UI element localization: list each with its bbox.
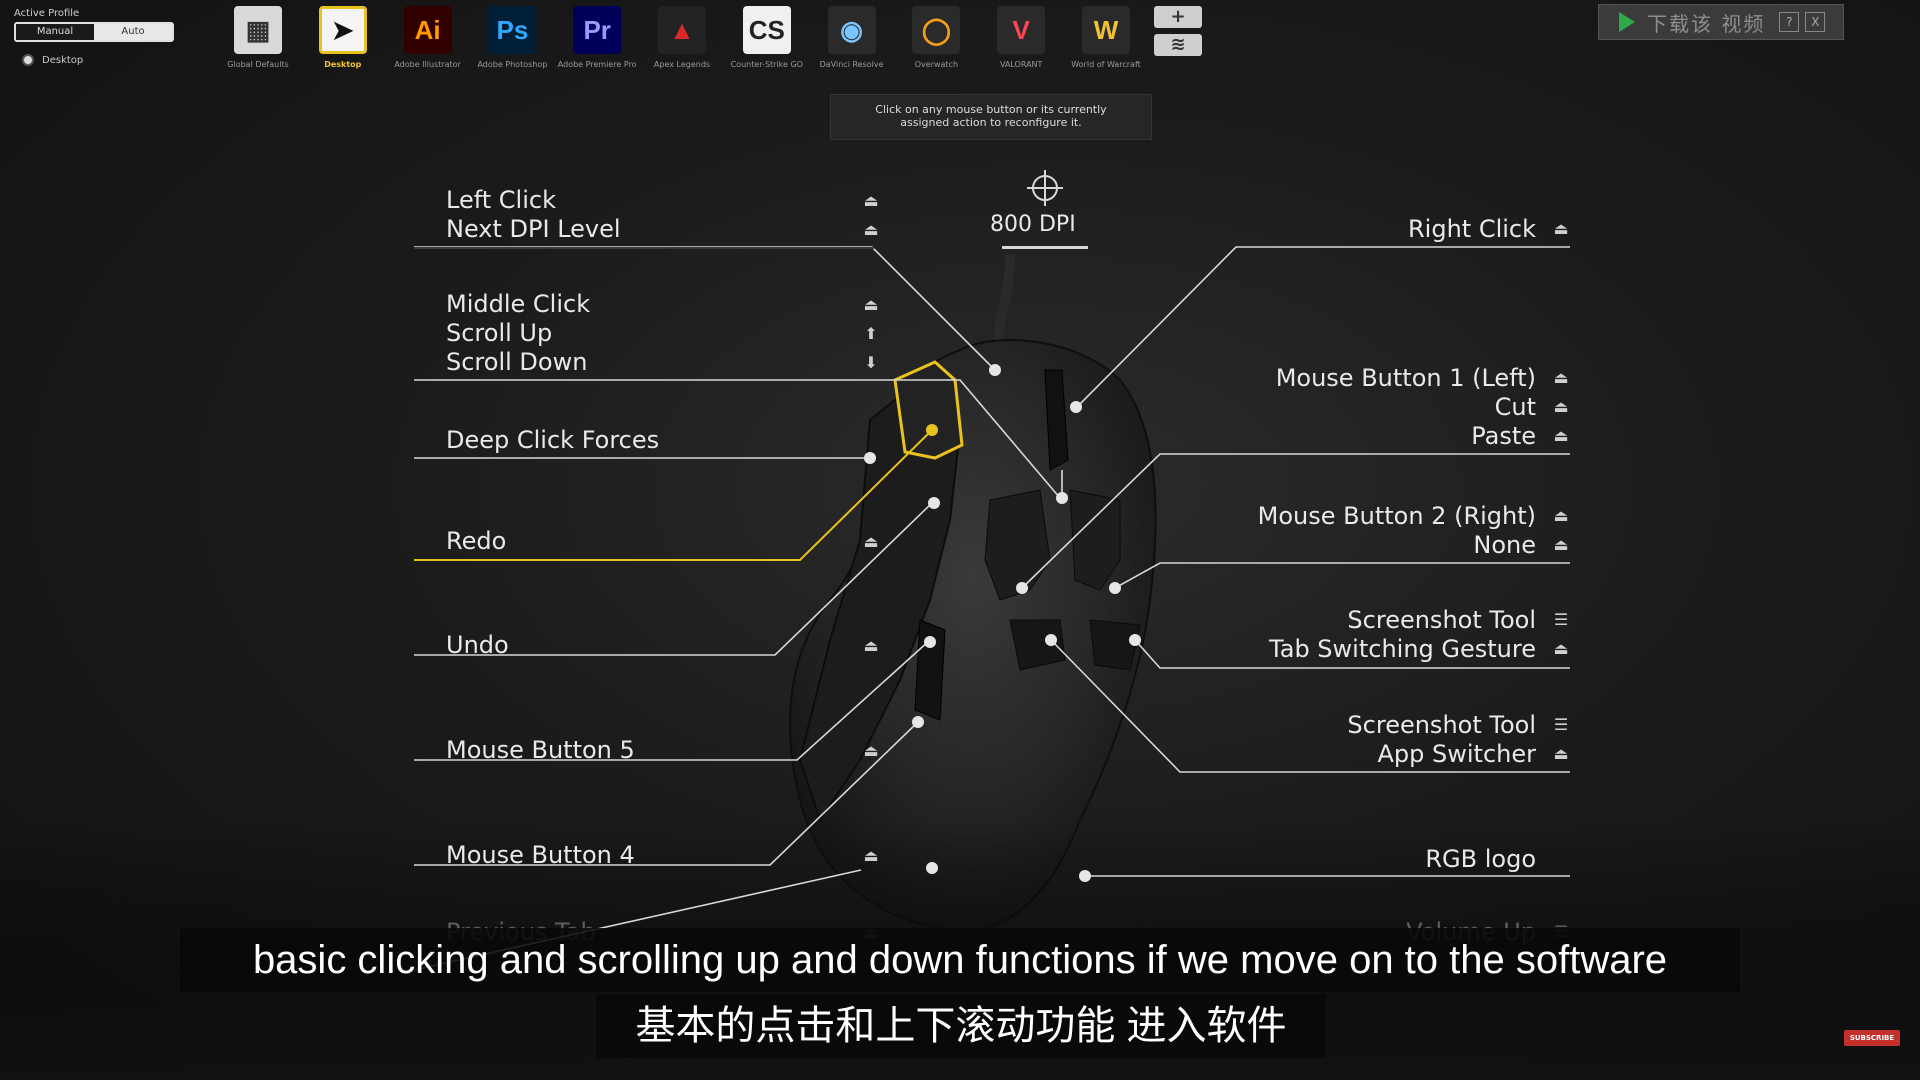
- gesture-icon: ☰: [1553, 715, 1569, 734]
- crosshair-icon: [1027, 170, 1063, 206]
- label-line[interactable]: Scroll Up: [446, 319, 590, 348]
- right-label-group-4[interactable]: Screenshot Tool Tab Switching Gesture: [1269, 606, 1536, 664]
- subtitle-english: basic clicking and scrolling up and down…: [180, 928, 1740, 992]
- label-line[interactable]: Scroll Down: [446, 348, 590, 377]
- press-icon: ⏏: [1553, 535, 1569, 554]
- scroll-up-icon: ⬆: [864, 324, 878, 343]
- label-line[interactable]: Mouse Button 4: [446, 841, 635, 870]
- left-label-group-3[interactable]: Deep Click Forces: [446, 426, 659, 455]
- press-icon: ⏏: [863, 636, 879, 655]
- label-line[interactable]: Mouse Button 1 (Left): [1276, 364, 1536, 393]
- press-icon: ⏏: [863, 741, 879, 760]
- label-line[interactable]: Left Click: [446, 186, 621, 215]
- label-line[interactable]: RGB logo: [1425, 845, 1536, 874]
- subscribe-button[interactable]: SUBSCRIBE: [1844, 1030, 1900, 1046]
- label-line[interactable]: Deep Click Forces: [446, 426, 659, 455]
- right-label-group-1[interactable]: Right Click: [1408, 215, 1536, 244]
- mouse-cable: [994, 254, 1015, 351]
- left-label-group-5[interactable]: ⏏ Undo: [446, 631, 879, 660]
- label-line[interactable]: Screenshot Tool: [1347, 711, 1536, 740]
- left-label-group-7[interactable]: ⏏ Mouse Button 4: [446, 841, 879, 870]
- left-label-group-6[interactable]: ⏏ Mouse Button 5: [446, 736, 879, 765]
- dpi-underline: [1002, 246, 1088, 249]
- right-label-group-3[interactable]: Mouse Button 2 (Right) None: [1258, 502, 1536, 560]
- press-icon: ⏏: [1553, 426, 1569, 445]
- label-line[interactable]: Middle Click: [446, 290, 590, 319]
- press-icon: ⏏: [1553, 368, 1569, 387]
- press-icon: ⏏: [1553, 506, 1569, 525]
- label-line[interactable]: Redo: [446, 527, 506, 556]
- left-label-group-2[interactable]: ⏏ Middle Click ⬆ Scroll Up ⬇ Scroll Down: [446, 290, 879, 377]
- press-icon: ⏏: [1553, 219, 1569, 238]
- label-line[interactable]: App Switcher: [1347, 740, 1537, 769]
- subtitle-chinese: 基本的点击和上下滚动功能 进入软件: [596, 994, 1326, 1058]
- label-line[interactable]: Next DPI Level: [446, 215, 621, 244]
- press-icon: ⏏: [1553, 639, 1569, 658]
- press-icon: ⏏: [863, 220, 879, 239]
- label-line[interactable]: Paste: [1276, 422, 1536, 451]
- label-line[interactable]: Mouse Button 2 (Right): [1258, 502, 1536, 531]
- label-line[interactable]: Mouse Button 5: [446, 736, 635, 765]
- left-label-group-1[interactable]: ⏏ Left Click ⏏ Next DPI Level: [446, 186, 879, 244]
- right-label-group-2[interactable]: Mouse Button 1 (Left) Cut Paste: [1276, 364, 1536, 451]
- label-line[interactable]: Cut: [1276, 393, 1536, 422]
- label-line[interactable]: Tab Switching Gesture: [1269, 635, 1536, 664]
- press-icon: ⏏: [863, 532, 879, 551]
- press-icon: ⏏: [1553, 397, 1569, 416]
- press-icon: ⏏: [863, 846, 879, 865]
- press-icon: ⏏: [863, 191, 879, 210]
- press-icon: ⏏: [1553, 744, 1569, 763]
- scroll-down-icon: ⬇: [864, 353, 878, 372]
- right-label-group-5[interactable]: Screenshot Tool App Switcher: [1347, 711, 1536, 769]
- label-line[interactable]: None: [1258, 531, 1536, 560]
- label-line[interactable]: Right Click: [1408, 215, 1536, 244]
- label-line[interactable]: Screenshot Tool: [1269, 606, 1536, 635]
- gesture-icon: ☰: [1553, 610, 1569, 629]
- right-label-group-6[interactable]: RGB logo: [1425, 845, 1536, 874]
- dpi-readout[interactable]: 800 DPI: [990, 212, 1076, 237]
- mouse-diagram: [0, 170, 1920, 1080]
- press-icon: ⏏: [863, 295, 879, 314]
- highlighted-side-button: [893, 360, 964, 460]
- left-label-group-4[interactable]: ⏏ Redo: [446, 527, 879, 556]
- label-line[interactable]: Undo: [446, 631, 509, 660]
